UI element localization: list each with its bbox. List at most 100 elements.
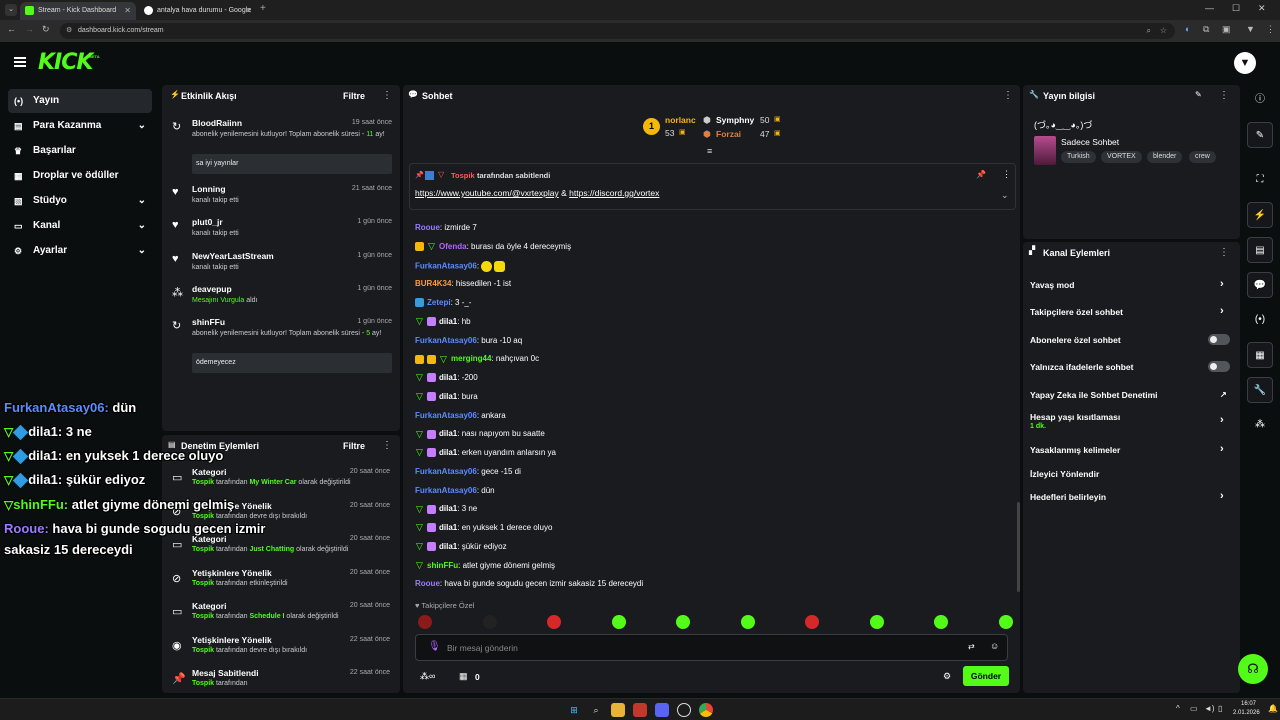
chat-username[interactable]: dila1 bbox=[439, 392, 457, 401]
fullscreen-icon[interactable]: ⛶ bbox=[1247, 167, 1273, 193]
microphone-icon[interactable]: 🎙 bbox=[428, 641, 441, 652]
tab-kick-dashboard[interactable]: Stream - Kick Dashboard ✕ bbox=[20, 2, 136, 20]
moderator-name[interactable]: Tospik bbox=[192, 479, 214, 486]
chat-scrollbar[interactable] bbox=[1017, 502, 1020, 592]
raid-item[interactable]: İzleyici Yönlendir bbox=[1030, 469, 1099, 479]
obs-icon[interactable] bbox=[677, 703, 691, 717]
emote-icon[interactable] bbox=[482, 615, 497, 629]
event-user[interactable]: plut0_jr bbox=[192, 217, 223, 227]
maximize-icon[interactable]: ☐ bbox=[1232, 3, 1240, 14]
broadcast-icon[interactable]: (•) bbox=[1247, 307, 1273, 333]
lightning-icon[interactable]: ⚡ bbox=[1247, 202, 1273, 228]
browser-menu-icon[interactable]: ⋮ bbox=[1266, 24, 1275, 35]
send-button[interactable]: Gönder bbox=[963, 666, 1009, 686]
moderator-name[interactable]: Tospik bbox=[192, 680, 214, 687]
chat-username[interactable]: Rooue bbox=[415, 223, 440, 232]
leader-name[interactable]: Forzai bbox=[716, 129, 741, 139]
wrench-icon[interactable]: 🔧 bbox=[1247, 377, 1273, 403]
account-age-item[interactable]: Hesap yaşı kısıtlaması › bbox=[1030, 412, 1224, 426]
emoji-icon[interactable]: ☺ bbox=[990, 641, 999, 651]
battery-icon[interactable]: ▯ bbox=[1218, 704, 1222, 713]
chat-username[interactable]: Rooue bbox=[415, 579, 440, 588]
followers-only-item[interactable]: Takipçilere özel sohbet › bbox=[1030, 305, 1224, 317]
site-info-icon[interactable]: ⚙ bbox=[66, 23, 72, 39]
extension-icon[interactable]: ◖ bbox=[1184, 24, 1189, 34]
tab-search-icon[interactable]: ⌄ bbox=[5, 4, 17, 16]
chat-username[interactable]: FurkanAtasay06 bbox=[415, 261, 477, 270]
file-explorer-icon[interactable] bbox=[611, 703, 625, 717]
emote-icon[interactable] bbox=[676, 615, 690, 629]
event-user[interactable]: BloodRaiinn bbox=[192, 118, 242, 128]
chat-username[interactable]: dila1 bbox=[439, 448, 457, 457]
sidebar-item-para-kazanma[interactable]: ▤ Para Kazanma ⌄ bbox=[8, 114, 152, 138]
tray-chevron-icon[interactable]: ^ bbox=[1176, 704, 1180, 713]
translate-icon[interactable]: ⇄ bbox=[968, 642, 975, 651]
store-icon[interactable]: ▦ bbox=[459, 671, 468, 682]
chat-input[interactable]: 🎙 Bir mesaj gönderin ⇄ ☺ bbox=[415, 634, 1008, 661]
discord-icon[interactable] bbox=[655, 703, 669, 717]
profile-icon[interactable]: ▣ bbox=[1222, 24, 1231, 35]
chat-username[interactable]: FurkanAtasay06 bbox=[415, 467, 477, 476]
sidebar-item-kanal[interactable]: ▭ Kanal ⌄ bbox=[8, 214, 152, 238]
moderator-name[interactable]: Tospik bbox=[192, 647, 214, 654]
chat-username[interactable]: FurkanAtasay06 bbox=[415, 411, 477, 420]
support-button[interactable]: ☊ bbox=[1238, 654, 1268, 684]
chat-username[interactable]: Ofenda bbox=[439, 242, 467, 251]
sidebar-item-droplar[interactable]: ▦ Droplar ve ödüller bbox=[8, 164, 152, 188]
bookmark-icon[interactable]: ☆ bbox=[1160, 23, 1167, 39]
emote-icon[interactable] bbox=[611, 615, 626, 629]
chat-username[interactable]: shinFFu bbox=[427, 561, 458, 570]
extensions-puzzle-icon[interactable]: ⧉ bbox=[1203, 24, 1209, 35]
event-user[interactable]: Lonning bbox=[192, 184, 226, 194]
close-icon[interactable]: ✕ bbox=[124, 2, 131, 20]
kick-logo[interactable]: KICK bbox=[38, 50, 93, 75]
back-icon[interactable]: ← bbox=[7, 24, 16, 34]
clock-date[interactable]: 2.01.2026 bbox=[1233, 710, 1260, 716]
expand-leaderboard-icon[interactable]: ≡ bbox=[707, 146, 712, 156]
info-icon[interactable]: ⓘ bbox=[1247, 87, 1273, 113]
moderation-icon[interactable]: ▤ bbox=[1247, 237, 1273, 263]
chat-icon[interactable]: 💬 bbox=[1247, 272, 1273, 298]
chat-username[interactable]: dila1 bbox=[439, 429, 457, 438]
event-user[interactable]: NewYearLastStream bbox=[192, 251, 274, 261]
emote-icon[interactable] bbox=[998, 615, 1013, 629]
window-close-icon[interactable]: ✕ bbox=[1258, 3, 1266, 14]
sidebar-item-yayin[interactable]: (•) Yayın bbox=[8, 89, 152, 113]
new-tab-icon[interactable]: + bbox=[260, 3, 266, 14]
category-name[interactable]: Sadece Sohbet bbox=[1061, 137, 1119, 147]
clock-time[interactable]: 16:07 bbox=[1241, 701, 1256, 707]
tag-blender[interactable]: blender bbox=[1147, 151, 1183, 163]
moderator-name[interactable]: Tospik bbox=[192, 546, 214, 553]
avatar[interactable]: ▼ bbox=[1234, 52, 1256, 74]
filter-button[interactable]: Filtre bbox=[343, 91, 365, 101]
close-icon[interactable]: ✕ bbox=[245, 2, 252, 20]
chrome-icon[interactable] bbox=[699, 703, 713, 717]
unpin-icon[interactable]: 📌 bbox=[976, 170, 986, 179]
category-thumbnail[interactable] bbox=[1034, 136, 1056, 165]
layout-icon[interactable]: ▦ bbox=[1247, 342, 1273, 368]
set-goals-item[interactable]: Hedefleri belirleyin › bbox=[1030, 490, 1224, 502]
youtube-link[interactable]: https://www.youtube.com/@vxrtexplay bbox=[415, 188, 559, 198]
edit-icon[interactable]: ✎ bbox=[1195, 90, 1202, 99]
chat-username[interactable]: FurkanAtasay06 bbox=[415, 486, 477, 495]
chat-settings-icon[interactable]: ⚙ bbox=[943, 671, 951, 682]
tab-google-search[interactable]: antalya hava durumu - Google ✕ bbox=[139, 2, 257, 20]
more-options-icon[interactable]: ⋮ bbox=[1219, 90, 1229, 101]
tag-crew[interactable]: crew bbox=[1189, 151, 1216, 163]
address-bar[interactable]: ⚙ dashboard.kick.com/stream ⌕ ☆ bbox=[60, 23, 1175, 39]
more-options-icon[interactable]: ⋮ bbox=[1002, 169, 1011, 180]
more-options-icon[interactable]: ⋮ bbox=[1219, 247, 1229, 258]
chat-username[interactable]: dila1 bbox=[439, 523, 457, 532]
more-options-icon[interactable]: ⋮ bbox=[1003, 90, 1013, 101]
sidebar-item-studyo[interactable]: ▧ Stüdyo ⌄ bbox=[8, 189, 152, 213]
network-icon[interactable]: ▭ bbox=[1190, 704, 1198, 713]
banned-words-item[interactable]: Yasaklanmış kelimeler › bbox=[1030, 443, 1224, 455]
emote-icon[interactable] bbox=[869, 615, 884, 629]
event-user[interactable]: deavepup bbox=[192, 284, 232, 294]
emote-icon[interactable] bbox=[418, 615, 432, 629]
zoom-icon[interactable]: ⌕ bbox=[1147, 23, 1151, 39]
more-options-icon[interactable]: ⋮ bbox=[382, 90, 392, 101]
notifications-icon[interactable]: 🔔 bbox=[1268, 704, 1278, 713]
volume-icon[interactable]: ◄) bbox=[1204, 704, 1215, 713]
reload-icon[interactable]: ↻ bbox=[42, 24, 50, 35]
